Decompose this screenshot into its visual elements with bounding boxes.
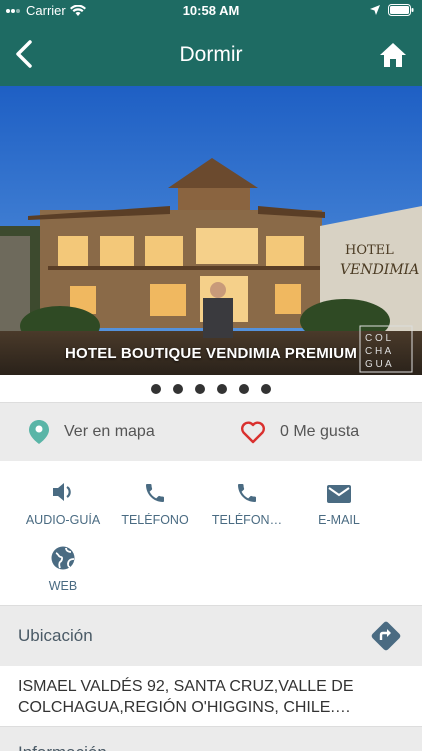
location-arrow-icon [370,5,380,15]
status-right [370,4,414,16]
phone-button[interactable]: TELÉFONO [109,475,201,527]
phone-icon [146,484,164,502]
nav-bar: Dormir [0,22,422,86]
page-title: Dormir [179,43,243,66]
web-label: WEB [48,579,78,593]
location-title: Ubicación [18,626,93,645]
hotel-sign: HOTEL [345,243,394,258]
like-count-label: 0 Me gusta [280,423,360,440]
svg-text:VENDIMIA: VENDIMIA [340,262,419,278]
home-icon[interactable] [378,40,408,70]
carousel-dot[interactable] [151,383,161,394]
map-pin-icon [29,420,49,444]
audio-guide-label: AUDIO-GUÍA [25,513,101,527]
info-section-header: Información [0,726,422,751]
globe-icon [51,546,75,570]
status-bar: Carrier 10:58 AM [0,0,422,22]
contact-grid: AUDIO-GUÍA TELÉFONO TELÉFON… E-MAIL WEB [0,461,422,605]
phone-label: TELÉFONO [121,513,189,527]
directions-icon[interactable] [368,618,404,654]
carousel-dot[interactable] [261,383,271,394]
phone-2-label: TELÉFON… [211,513,283,527]
like-button[interactable]: 0 Me gusta [240,403,359,461]
carousel-dots [0,375,422,402]
phone-2-button[interactable]: TELÉFON… [201,475,293,527]
hero-carousel[interactable]: HOTEL VENDIMIA C O L C H A G U A HOTEL B… [0,86,422,375]
address-text: ISMAEL VALDÉS 92, SANTA CRUZ,VALLE DE CO… [18,678,354,716]
view-map-label: Ver en mapa [64,423,155,440]
carousel-dot[interactable] [217,383,227,394]
battery-icon [388,4,414,16]
carousel-dot[interactable] [195,383,205,394]
email-label: E-MAIL [318,513,360,527]
phone-icon [238,484,256,502]
action-row: Ver en mapa 0 Me gusta [0,402,422,462]
carousel-dot[interactable] [239,383,249,394]
mail-icon [327,485,351,503]
speaker-icon [53,483,71,501]
carousel-dot[interactable] [173,383,183,394]
web-button[interactable]: WEB [17,541,109,593]
address-block: ISMAEL VALDÉS 92, SANTA CRUZ,VALLE DE CO… [0,666,422,726]
status-time: 10:58 AM [182,3,240,18]
audio-guide-button[interactable]: AUDIO-GUÍA [17,475,109,527]
hotel-photo: HOTEL VENDIMIA C O L C H A G U A [0,86,422,375]
hero-caption: HOTEL BOUTIQUE VENDIMIA PREMIUM [64,345,358,362]
location-section-header: Ubicación [0,605,422,667]
heart-icon [241,421,265,444]
view-map-button[interactable]: Ver en mapa [28,403,155,461]
email-button[interactable]: E-MAIL [293,475,385,527]
svg-text:C O L: C O L [365,333,392,344]
